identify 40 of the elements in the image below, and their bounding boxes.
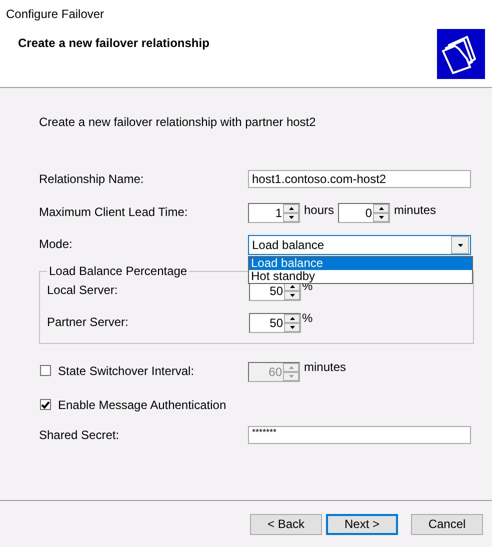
down-arrow-icon [288, 216, 294, 219]
down-arrow-icon [378, 216, 384, 219]
folders-icon [437, 29, 485, 79]
check-icon [41, 400, 50, 408]
mode-dropdown[interactable]: Load balance [248, 235, 471, 255]
up-arrow-icon [378, 207, 384, 210]
field-label: Shared Secret: [39, 427, 120, 442]
up-arrow-icon [290, 285, 294, 288]
down-arrow-icon [290, 326, 294, 329]
unit-label: % [302, 311, 313, 325]
checkbox[interactable] [40, 399, 51, 410]
down-arrow-icon [290, 294, 294, 297]
dialog-button[interactable]: < Back [250, 514, 322, 534]
up-arrow-icon [288, 207, 294, 210]
field-label: Relationship Name: [39, 171, 145, 186]
number-spinner[interactable]: 1 [248, 203, 300, 223]
up-arrow-icon [288, 366, 294, 369]
group-title: Load Balance Percentage [47, 264, 190, 278]
field-label: Partner Server: [47, 314, 130, 329]
checkbox-label: Enable Message Authentication [58, 397, 228, 412]
text-field[interactable]: host1.contoso.com-host2 [248, 170, 471, 188]
intro-text: Create a new failover relationship with partner host2 [39, 115, 317, 131]
field-label: Mode: [39, 236, 74, 251]
checkbox-label: State Switchover Interval: [58, 363, 196, 378]
unit-label: minutes [304, 360, 346, 374]
field-label: Local Server: [47, 282, 119, 297]
dropdown-option[interactable]: Load balance [249, 257, 472, 270]
field-label: Maximum Client Lead Time: [39, 204, 189, 219]
page-title: Create a new failover relationship [18, 36, 210, 50]
dialog-button[interactable]: Next > [326, 514, 398, 534]
down-arrow-icon [288, 375, 294, 378]
unit-label: hours [304, 203, 336, 217]
number-spinner[interactable]: 50 [249, 313, 301, 333]
number-spinner[interactable]: 0 [338, 203, 390, 223]
unit-label: minutes [394, 203, 436, 217]
password-field[interactable]: ******* [248, 426, 471, 444]
up-arrow-icon [290, 317, 294, 320]
dialog-button[interactable]: Cancel [411, 514, 483, 534]
down-arrow-icon [458, 244, 462, 246]
window-title: Configure Failover [5, 6, 106, 21]
